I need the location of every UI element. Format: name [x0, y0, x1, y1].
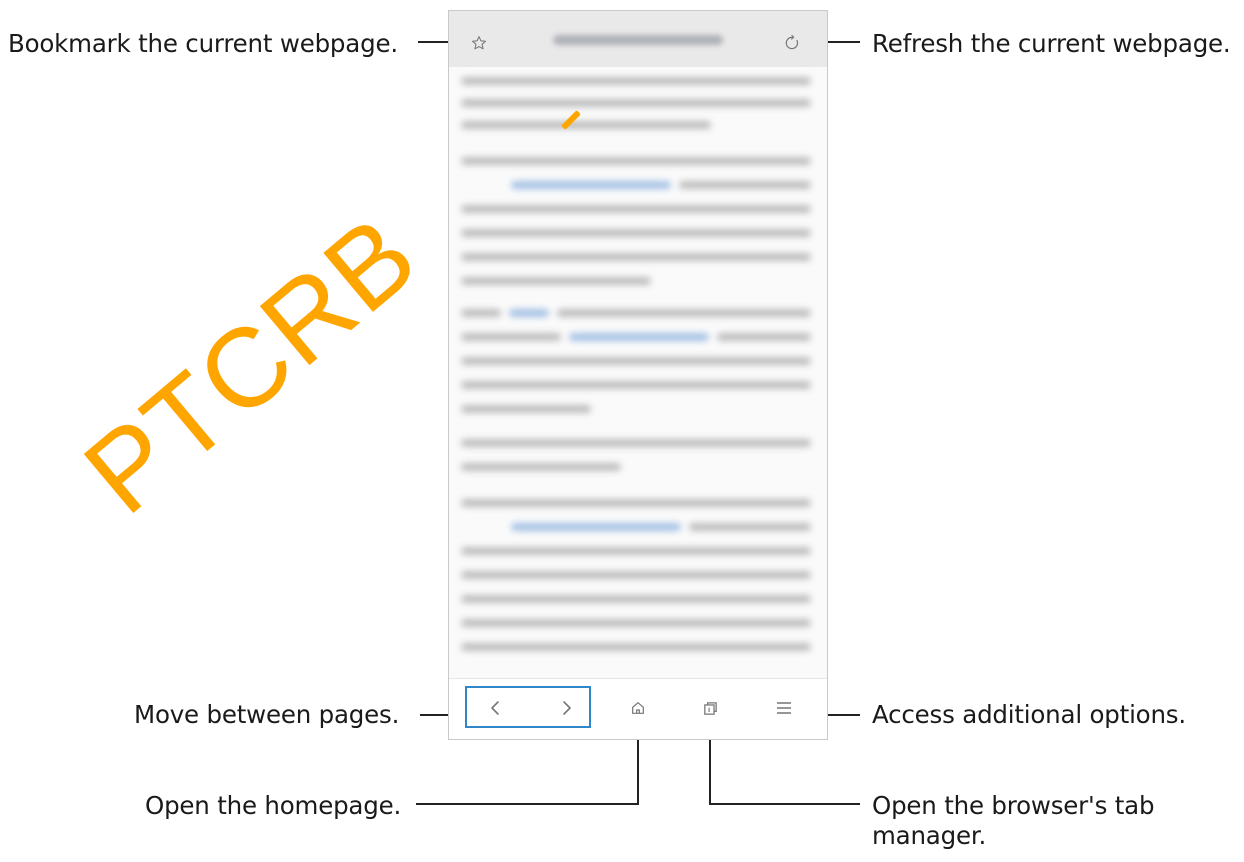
browser-top-bar: [449, 11, 827, 67]
callout-tab-manager-line2: manager.: [872, 821, 987, 850]
tabs-icon[interactable]: [699, 697, 721, 719]
menu-icon[interactable]: [773, 697, 795, 719]
text-line: [461, 277, 651, 285]
text-line: [461, 571, 811, 579]
text-line: [461, 229, 811, 237]
chevron-left-icon[interactable]: [485, 697, 507, 719]
text-line: [461, 253, 811, 261]
link-line[interactable]: [569, 333, 709, 341]
text-line: [461, 405, 591, 413]
leader-line-tabs-horizontal: [709, 803, 860, 805]
webpage-content[interactable]: [449, 67, 827, 663]
text-line: [461, 619, 811, 627]
link-line[interactable]: [511, 523, 681, 531]
star-icon[interactable]: [468, 32, 490, 54]
callout-homepage: Open the homepage.: [145, 791, 402, 820]
text-line: [689, 523, 811, 531]
leader-line-homepage-horizontal: [416, 803, 639, 805]
text-line: [461, 333, 561, 341]
text-line: [461, 309, 501, 317]
callout-refresh: Refresh the current webpage.: [872, 29, 1231, 58]
callout-more-options: Access additional options.: [872, 700, 1186, 729]
callout-bookmark: Bookmark the current webpage.: [8, 29, 398, 58]
text-line: [461, 357, 811, 365]
url-field[interactable]: [553, 35, 723, 45]
text-line: [679, 181, 811, 189]
text-line: [557, 309, 811, 317]
watermark-text: PTCRB: [61, 191, 441, 538]
chevron-right-icon[interactable]: [555, 697, 577, 719]
text-line: [461, 99, 811, 107]
text-line: [461, 121, 711, 129]
browser-screen: [448, 10, 828, 740]
text-line: [461, 643, 811, 651]
link-line[interactable]: [511, 181, 671, 189]
text-line: [461, 439, 811, 447]
text-line: [461, 547, 811, 555]
text-line: [717, 333, 811, 341]
callout-move-pages: Move between pages.: [134, 700, 400, 729]
refresh-icon[interactable]: [781, 32, 803, 54]
home-icon[interactable]: [627, 697, 649, 719]
text-line: [461, 157, 811, 165]
text-line: [461, 381, 811, 389]
text-line: [461, 595, 811, 603]
link-line[interactable]: [509, 309, 549, 317]
text-line: [461, 463, 621, 471]
text-line: [461, 77, 811, 85]
text-line: [461, 205, 811, 213]
callout-tab-manager-line1: Open the browser's tab: [872, 791, 1155, 820]
browser-bottom-bar: [449, 678, 827, 739]
text-line: [461, 499, 811, 507]
